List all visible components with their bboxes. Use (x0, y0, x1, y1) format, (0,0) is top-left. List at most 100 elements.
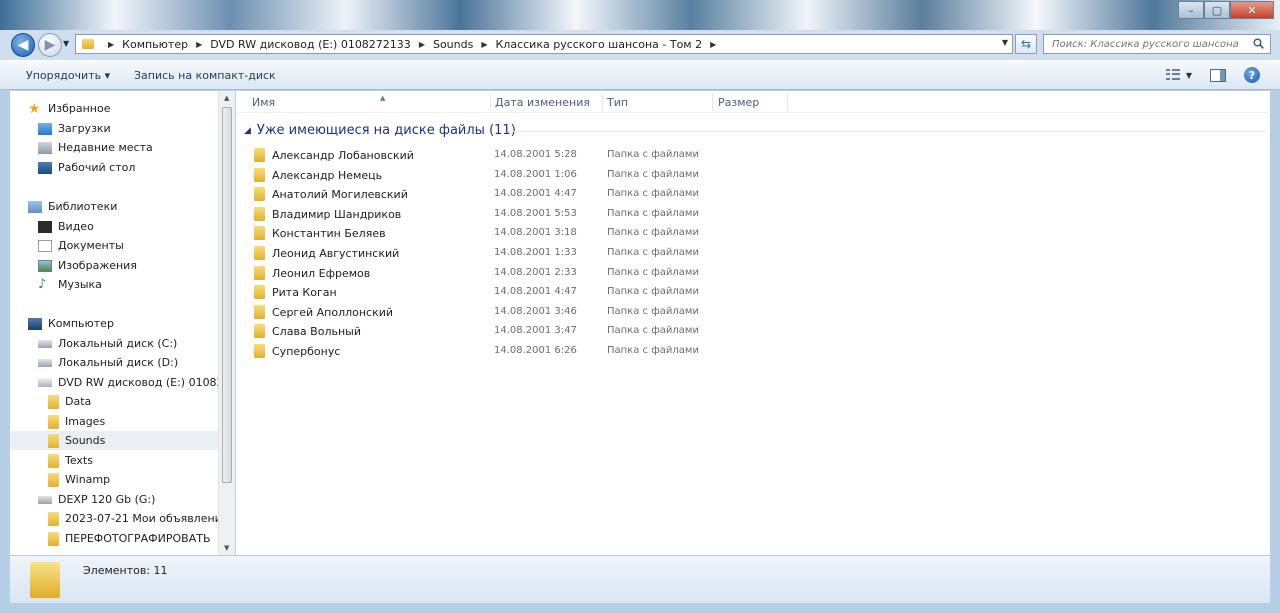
file-row[interactable]: Александр Лобановский 14.08.2001 5:28 Папк… (236, 145, 1270, 165)
chevron-right-icon[interactable]: ▶ (419, 40, 425, 49)
file-row[interactable]: Слава Вольный 14.08.2001 3:47 Папка с файл… (236, 321, 1270, 341)
file-name: Леонид Августинский (272, 247, 400, 260)
preview-pane-icon[interactable] (1210, 68, 1226, 82)
forward-button[interactable]: ▶ (38, 33, 62, 57)
nav-video[interactable]: Видео (10, 217, 218, 236)
address-dropdown-icon[interactable]: ▼ (1002, 38, 1008, 47)
group-header[interactable]: ◢ Уже имеющиеся на диске файлы (11) (244, 123, 516, 138)
column-header-type[interactable]: Тип (607, 96, 628, 112)
nav-recent-places[interactable]: Недавние места (10, 138, 218, 157)
crumb-current-folder[interactable]: Классика русского шансона - Том 2 (496, 38, 703, 51)
history-dropdown-icon[interactable]: ▼ (63, 39, 69, 48)
address-bar[interactable]: ▶ Компьютер ▶ DVD RW дисковод (E:) 01082… (75, 34, 1013, 54)
folder-icon (48, 453, 59, 468)
file-name: Леонил Ефремов (272, 266, 371, 280)
column-header-date[interactable]: Дата изменения (495, 96, 590, 112)
nav-label: Избранное (48, 102, 111, 115)
file-row[interactable]: Константин Беляев 14.08.2001 3:18 Папка с … (236, 223, 1270, 243)
file-row[interactable]: Сергей Аполлонский 14.08.2001 3:46 Папка с… (236, 302, 1270, 322)
folder-icon (48, 531, 59, 546)
file-row[interactable]: Анатолий Могилевский 14.08.2001 4:47 Папка… (236, 184, 1270, 204)
file-row[interactable]: Рита Коган 14.08.2001 4:47 Папка с файлами (236, 282, 1270, 302)
file-type: Папка с файлами (607, 168, 699, 180)
file-name: Александр Лобановский (272, 149, 414, 162)
nav-folder-images[interactable]: Images (10, 412, 218, 431)
file-row[interactable]: Александр Немець 14.08.2001 1:06 Папка с ф… (236, 165, 1270, 185)
images-icon (38, 259, 52, 272)
column-header-size[interactable]: Размер (718, 96, 759, 112)
nav-folder-winamp[interactable]: Winamp (10, 470, 218, 489)
crumb-sounds[interactable]: Sounds (433, 38, 473, 51)
view-controls: ▼ ? (1165, 67, 1260, 83)
nav-drive-c[interactable]: Локальный диск (C:) (10, 334, 218, 353)
refresh-button[interactable]: ⇆ (1015, 34, 1037, 54)
back-button[interactable]: ◀ (11, 33, 35, 57)
nav-desktop[interactable]: Рабочий стол (10, 158, 218, 177)
file-row[interactable]: Супербонус 14.08.2001 6:26 Папка с файлами (236, 341, 1270, 361)
window-titlebar[interactable]: – ▢ ✕ (0, 0, 1280, 30)
nav-folder-data[interactable]: Data (10, 392, 218, 411)
music-icon: ♪ (38, 276, 47, 292)
chevron-right-icon[interactable]: ▶ (196, 40, 202, 49)
desktop-icon (38, 161, 52, 174)
file-row[interactable]: Владимир Шандриков 14.08.2001 5:53 Папка с… (236, 204, 1270, 224)
file-type: Папка с файлами (607, 286, 699, 298)
nav-folder-texts[interactable]: Texts (10, 451, 218, 470)
maximize-button[interactable]: ▢ (1204, 1, 1230, 19)
column-header-name[interactable]: ▲ Имя (252, 94, 488, 112)
folder-icon (48, 511, 59, 526)
scroll-up-icon[interactable]: ▲ (224, 94, 229, 102)
nav-label: Локальный диск (C:) (58, 337, 178, 350)
nav-folder-sounds[interactable]: Sounds (10, 431, 218, 450)
nav-favorites[interactable]: ★ Избранное (10, 99, 218, 118)
crumb-computer[interactable]: Компьютер (122, 38, 188, 51)
crumb-dvd-drive[interactable]: DVD RW дисковод (E:) 0108272133 (210, 38, 411, 51)
column-divider[interactable] (490, 93, 491, 111)
documents-icon (38, 239, 52, 252)
nav-label: Загрузки (58, 122, 111, 135)
refresh-icon: ⇆ (1020, 37, 1032, 51)
folder-icon (254, 167, 265, 182)
organize-button[interactable]: Упорядочить ▾ (26, 69, 110, 82)
scroll-down-icon[interactable]: ▼ (224, 544, 229, 552)
chevron-right-icon[interactable]: ▶ (481, 40, 487, 49)
nav-label: Библиотеки (48, 200, 118, 213)
chevron-right-icon[interactable]: ▶ (710, 40, 716, 49)
column-divider[interactable] (787, 93, 788, 111)
nav-documents[interactable]: Документы (10, 236, 218, 255)
nav-libraries[interactable]: Библиотеки (10, 197, 218, 216)
nav-images[interactable]: Изображения (10, 256, 218, 275)
help-icon[interactable]: ? (1244, 67, 1260, 83)
search-icon[interactable] (1253, 38, 1264, 49)
navigation-scrollbar[interactable]: ▲ ▼ (218, 91, 235, 555)
scrollbar-thumb[interactable] (222, 107, 232, 483)
column-divider[interactable] (602, 93, 603, 111)
close-button[interactable]: ✕ (1230, 1, 1274, 19)
search-input[interactable] (1052, 38, 1242, 50)
search-box[interactable] (1043, 34, 1271, 54)
nav-drive-e[interactable]: DVD RW дисковод (E:) 0108272133 (10, 373, 218, 392)
folder-icon (48, 414, 59, 429)
burn-to-disc-button[interactable]: Запись на компакт-диск (134, 69, 276, 82)
file-row[interactable]: Леонид Августинский 14.08.2001 1:33 Папка … (236, 243, 1270, 263)
nav-drive-d[interactable]: Локальный диск (D:) (10, 353, 218, 372)
file-row[interactable]: Леонил Ефремов 14.08.2001 2:33 Папка с фай… (236, 263, 1270, 283)
hard-drive-icon (38, 339, 52, 348)
nav-music[interactable]: ♪ Музыка (10, 275, 218, 294)
nav-folder-rephoto[interactable]: ПЕРЕФОТОГРАФИРОВАТЬ (10, 529, 218, 548)
nav-label: Data (65, 395, 92, 408)
folder-icon (254, 304, 265, 319)
chevron-right-icon[interactable]: ▶ (108, 40, 114, 49)
folder-icon (254, 187, 265, 202)
column-divider[interactable] (712, 93, 713, 111)
file-date: 14.08.2001 5:53 (494, 207, 577, 219)
collapse-group-icon[interactable]: ◢ (244, 126, 251, 136)
file-type: Папка с файлами (607, 149, 699, 160)
nav-folder-ads[interactable]: 2023-07-21 Мои объявления (10, 509, 218, 528)
nav-drive-g[interactable]: DEXP 120 Gb (G:) (10, 490, 218, 509)
nav-computer[interactable]: Компьютер (10, 314, 218, 333)
minimize-button[interactable]: – (1178, 1, 1204, 19)
folder-icon (254, 344, 265, 358)
change-view-button[interactable]: ▼ (1165, 69, 1192, 81)
nav-downloads[interactable]: Загрузки (10, 119, 218, 138)
